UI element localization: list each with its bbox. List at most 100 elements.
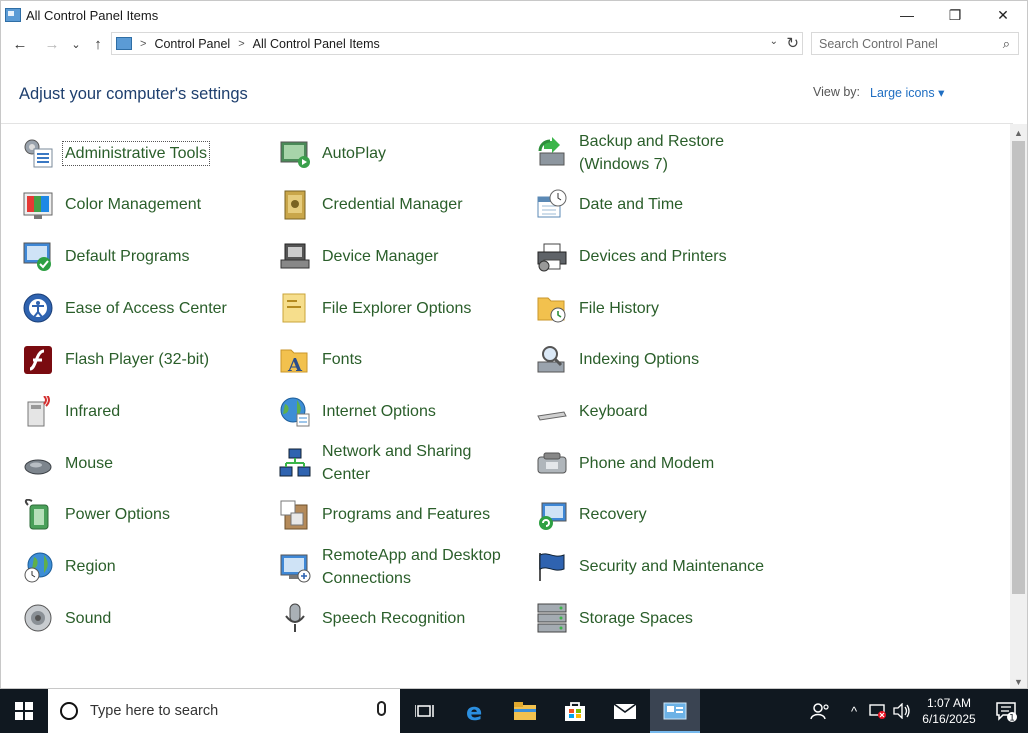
security-flag-icon[interactable]	[535, 550, 569, 584]
control-panel-item[interactable]: Mouse	[21, 440, 261, 486]
mouse-icon[interactable]	[21, 446, 55, 480]
control-panel-item[interactable]: AutoPlay	[278, 130, 518, 176]
backup-icon[interactable]	[535, 136, 569, 170]
action-center-icon[interactable]: 1	[984, 689, 1028, 733]
control-panel-item[interactable]: Speech Recognition	[278, 595, 518, 641]
control-panel-item-label[interactable]: Indexing Options	[579, 348, 699, 371]
control-panel-item-label[interactable]: AutoPlay	[322, 142, 386, 165]
store-icon[interactable]	[550, 689, 600, 733]
ease-access-icon[interactable]	[21, 291, 55, 325]
control-panel-item-label[interactable]: Internet Options	[322, 400, 436, 423]
control-panel-item[interactable]: RemoteApp and Desktop Connections	[278, 544, 518, 590]
default-programs-icon[interactable]	[21, 239, 55, 273]
device-manager-icon[interactable]	[278, 239, 312, 273]
phone-icon[interactable]	[535, 446, 569, 480]
recent-locations-button[interactable]: ⌄	[65, 33, 87, 55]
file-history-icon[interactable]	[535, 291, 569, 325]
address-bar[interactable]: > Control Panel > All Control Panel Item…	[111, 32, 803, 55]
globe-icon[interactable]	[278, 395, 312, 429]
control-panel-item[interactable]: Credential Manager	[278, 182, 518, 228]
scroll-down-icon[interactable]: ▼	[1010, 673, 1027, 688]
scroll-up-icon[interactable]: ▲	[1010, 124, 1027, 141]
chevron-up-icon[interactable]: ^	[842, 689, 866, 733]
control-panel-item[interactable]: Keyboard	[535, 389, 775, 435]
task-view-icon[interactable]	[400, 689, 450, 733]
scrollbar-thumb[interactable]	[1012, 141, 1025, 594]
microphone-icon[interactable]	[377, 701, 386, 716]
control-panel-item-label[interactable]: Network and Sharing Center	[322, 440, 471, 486]
remoteapp-icon[interactable]	[278, 550, 312, 584]
fonts-icon[interactable]: A	[278, 343, 312, 377]
control-panel-item[interactable]: Color Management	[21, 182, 261, 228]
power-icon[interactable]	[21, 498, 55, 532]
control-panel-item[interactable]: Device Manager	[278, 233, 518, 279]
admin-tools-icon[interactable]	[21, 136, 55, 170]
control-panel-item-label[interactable]: Programs and Features	[322, 503, 490, 526]
start-button[interactable]	[0, 689, 48, 733]
people-icon[interactable]	[798, 689, 842, 733]
flash-icon[interactable]	[21, 343, 55, 377]
control-panel-item[interactable]: Security and Maintenance	[535, 544, 775, 590]
control-panel-item[interactable]: Backup and Restore (Windows 7)	[535, 130, 775, 176]
up-button[interactable]: ↑	[87, 33, 109, 55]
control-panel-item[interactable]: Administrative Tools	[21, 130, 261, 176]
taskbar-search[interactable]: Type here to search	[48, 689, 400, 733]
control-panel-item[interactable]: Internet Options	[278, 389, 518, 435]
restore-button[interactable]: ❐	[931, 1, 979, 29]
control-panel-item-label[interactable]: Keyboard	[579, 400, 648, 423]
edge-icon[interactable]: e	[450, 689, 500, 733]
control-panel-item[interactable]: Power Options	[21, 492, 261, 538]
control-panel-item-label[interactable]: RemoteApp and Desktop Connections	[322, 544, 501, 590]
control-panel-item-label[interactable]: Fonts	[322, 348, 362, 371]
control-panel-item[interactable]: Flash Player (32-bit)	[21, 337, 261, 383]
control-panel-item-label[interactable]: Flash Player (32-bit)	[65, 348, 209, 371]
breadcrumb-control-panel[interactable]: Control Panel	[154, 37, 230, 51]
view-by-dropdown[interactable]: Large icons ▾	[870, 85, 944, 100]
control-panel-item-label[interactable]: File Explorer Options	[322, 297, 471, 320]
minimize-button[interactable]: —	[883, 1, 931, 29]
control-panel-item[interactable]: Indexing Options	[535, 337, 775, 383]
search-input[interactable]: Search Control Panel ⌕	[811, 32, 1019, 55]
control-panel-item-label[interactable]: Default Programs	[65, 245, 190, 268]
control-panel-item-label[interactable]: Mouse	[65, 452, 113, 475]
control-panel-item[interactable]: Recovery	[535, 492, 775, 538]
control-panel-item-label[interactable]: Sound	[65, 607, 111, 630]
volume-icon[interactable]	[890, 689, 914, 733]
control-panel-item[interactable]: Date and Time	[535, 182, 775, 228]
taskbar-clock[interactable]: 1:07 AM 6/16/2025	[914, 695, 984, 727]
recovery-icon[interactable]	[535, 498, 569, 532]
control-panel-item-label[interactable]: Speech Recognition	[322, 607, 465, 630]
control-panel-item[interactable]: Ease of Access Center	[21, 285, 261, 331]
vertical-scrollbar[interactable]: ▲ ▼	[1010, 124, 1027, 688]
control-panel-item[interactable]: Storage Spaces	[535, 595, 775, 641]
control-panel-item-label[interactable]: Storage Spaces	[579, 607, 693, 630]
control-panel-item-label[interactable]: Phone and Modem	[579, 452, 714, 475]
control-panel-item-label[interactable]: Infrared	[65, 400, 120, 423]
chevron-down-icon[interactable]: ⌄	[770, 36, 778, 47]
control-panel-item-label[interactable]: Security and Maintenance	[579, 555, 764, 578]
control-panel-item-label[interactable]: Administrative Tools	[62, 140, 210, 166]
region-icon[interactable]	[21, 550, 55, 584]
indexing-icon[interactable]	[535, 343, 569, 377]
folder-options-icon[interactable]	[278, 291, 312, 325]
control-panel-taskbar-icon[interactable]	[650, 689, 700, 733]
speaker-icon[interactable]	[21, 601, 55, 635]
network-disconnected-icon[interactable]	[866, 689, 890, 733]
datetime-icon[interactable]	[535, 188, 569, 222]
control-panel-item[interactable]: File History	[535, 285, 775, 331]
control-panel-item[interactable]: Infrared	[21, 389, 261, 435]
color-management-icon[interactable]	[21, 188, 55, 222]
control-panel-item-label[interactable]: Date and Time	[579, 193, 683, 216]
control-panel-item-label[interactable]: Backup and Restore (Windows 7)	[579, 130, 724, 176]
control-panel-item-label[interactable]: Ease of Access Center	[65, 297, 227, 320]
keyboard-icon[interactable]	[535, 395, 569, 429]
control-panel-item-label[interactable]: Recovery	[579, 503, 647, 526]
control-panel-item[interactable]: Phone and Modem	[535, 440, 775, 486]
printer-icon[interactable]	[535, 239, 569, 273]
search-icon[interactable]: ⌕	[1003, 36, 1010, 52]
infrared-icon[interactable]	[21, 395, 55, 429]
control-panel-item[interactable]: Programs and Features	[278, 492, 518, 538]
forward-button[interactable]: →	[41, 33, 63, 55]
breadcrumb-all-items[interactable]: All Control Panel Items	[253, 37, 380, 51]
storage-icon[interactable]	[535, 601, 569, 635]
